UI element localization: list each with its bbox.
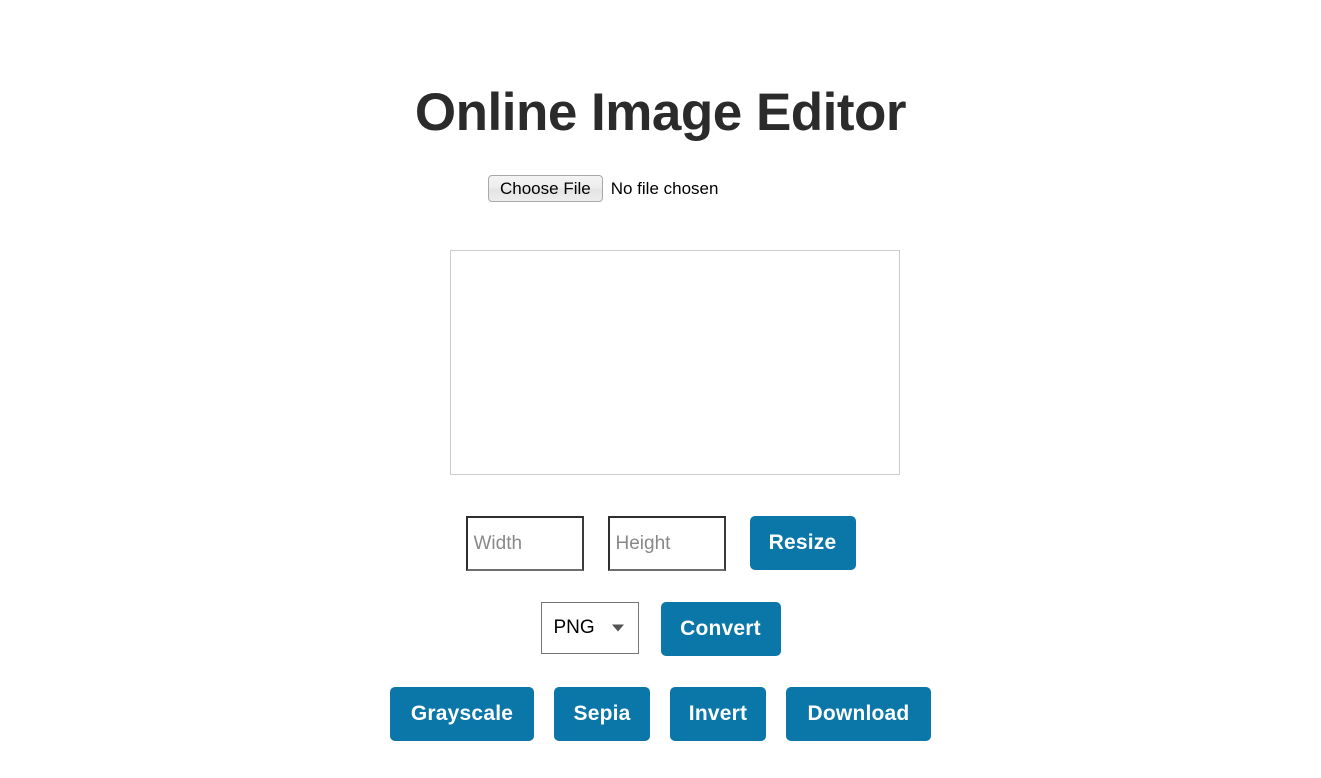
convert-controls-row: PNG Convert (0, 602, 1321, 656)
chevron-down-icon (611, 624, 624, 632)
image-editor-page: Online Image Editor Choose File No file … (0, 0, 1321, 778)
format-select[interactable]: PNG (540, 602, 639, 654)
choose-file-button[interactable]: Choose File (488, 175, 603, 202)
download-button[interactable]: Download (786, 687, 931, 741)
grayscale-button[interactable]: Grayscale (390, 687, 534, 741)
resize-button[interactable]: Resize (749, 516, 856, 570)
file-upload-row: Choose File No file chosen (488, 174, 718, 203)
filter-actions-row: Grayscale Sepia Invert Download (0, 687, 1321, 741)
sepia-button[interactable]: Sepia (554, 687, 650, 741)
image-canvas[interactable] (450, 250, 900, 475)
width-input[interactable] (465, 516, 584, 571)
format-select-value: PNG (553, 617, 595, 638)
page-title: Online Image Editor (414, 82, 907, 142)
height-input[interactable] (607, 516, 726, 571)
resize-controls-row: Resize (0, 516, 1321, 571)
convert-button[interactable]: Convert (660, 602, 781, 656)
file-status-label: No file chosen (610, 178, 719, 198)
invert-button[interactable]: Invert (670, 687, 766, 741)
